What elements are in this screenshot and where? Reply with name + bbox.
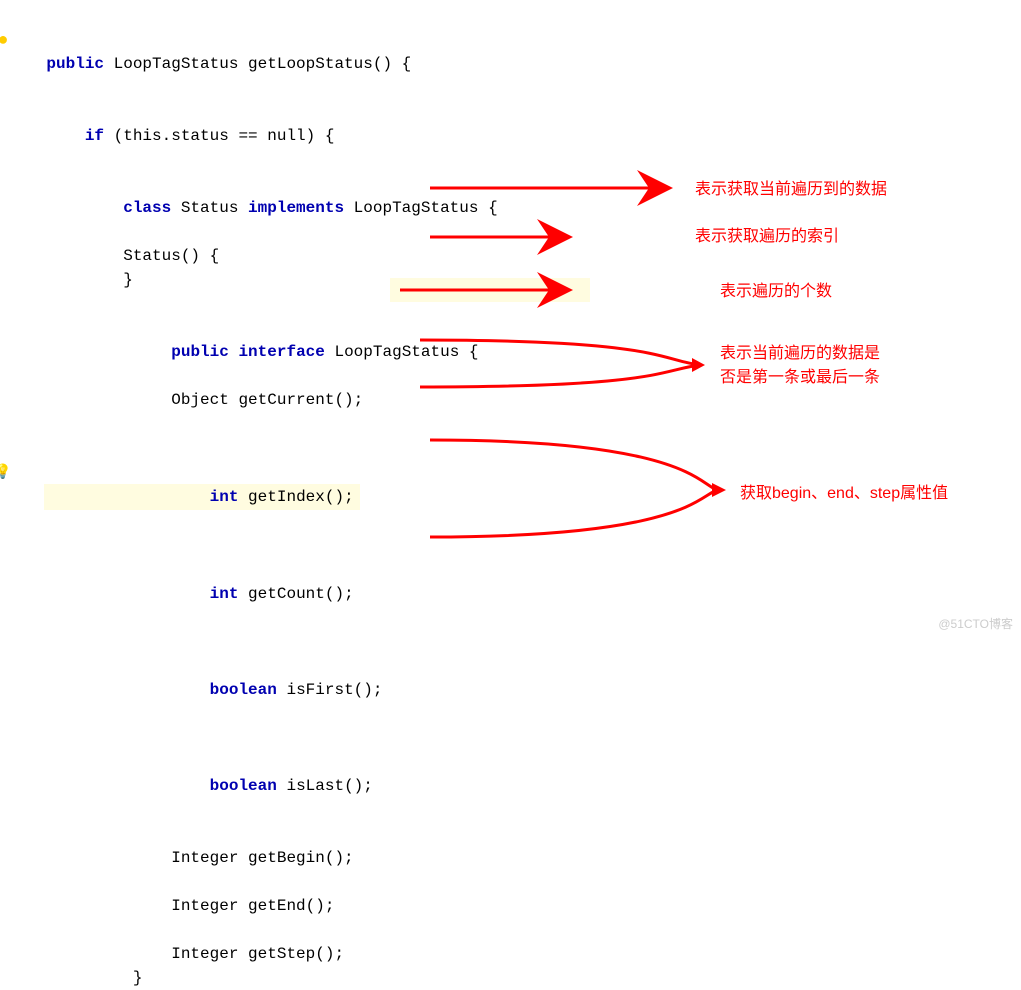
code-line: Integer getStep(); (8, 942, 498, 966)
code-line: boolean isFirst(); (8, 654, 498, 726)
keyword: boolean (210, 777, 277, 795)
watermark-text: @51CTO博客 (938, 615, 1013, 632)
code-line: Integer getBegin(); (8, 846, 498, 870)
blank-line (8, 822, 498, 846)
blank-line (8, 726, 498, 750)
blank-line (8, 870, 498, 894)
keyword: boolean (210, 681, 277, 699)
annotation-arrows (0, 0, 1021, 636)
code-line: boolean isLast(); (8, 750, 498, 822)
blank-line (8, 918, 498, 942)
code-line: } (8, 966, 498, 990)
code-line: Integer getEnd(); (8, 894, 498, 918)
